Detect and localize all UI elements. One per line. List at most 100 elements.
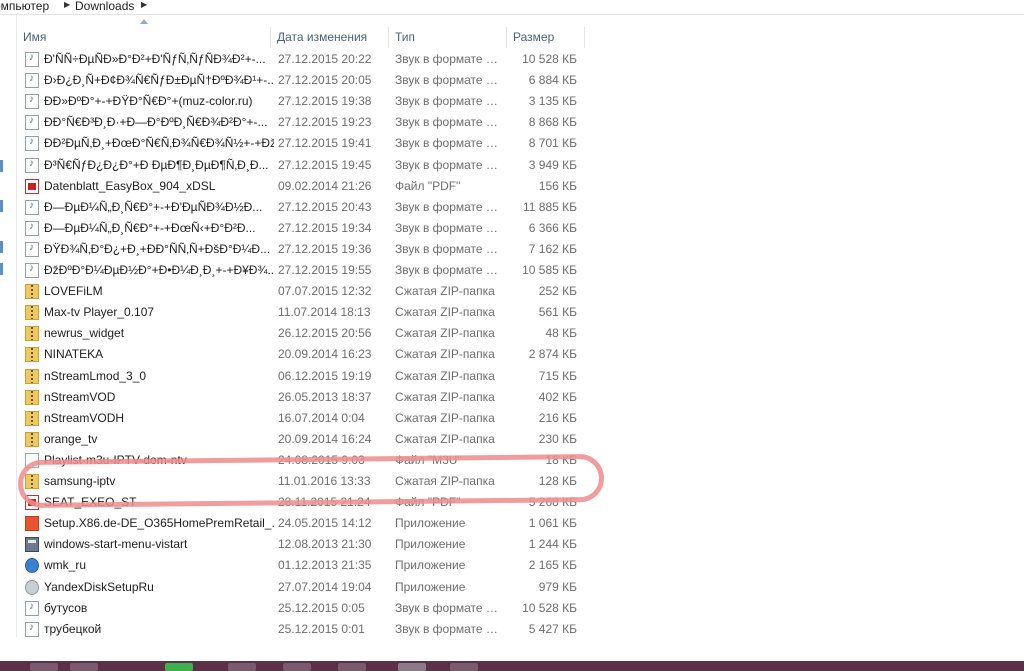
zip-folder-icon [25,305,39,321]
file-name: windows-start-menu-vistart [44,537,188,552]
file-row[interactable]: nStreamVODH 16.07.2014 0:04 Сжатая ZIP-пап… [17,408,587,429]
file-row[interactable]: ÐÐ°Ñ€Ð³Ð¸Ð·+Ð—Ð°ÐºÐ¸Ñ€Ð¾Ð²Ð°+-... 27.12.2… [17,112,587,133]
file-size: 156 КБ [538,178,577,193]
audio-file-icon [25,136,39,152]
file-row[interactable]: бутусов 25.12.2015 0:05 Звук в формате M..… [17,598,587,619]
breadcrumb-downloads[interactable]: Downloads [75,0,134,13]
file-row[interactable]: Datenblatt_EasyBox_904_xDSL 09.02.2014 21… [17,176,587,197]
audio-file-icon [25,199,39,215]
file-type: Звук в формате M... [395,621,505,636]
chevron-right-icon[interactable]: ▶ [64,0,70,9]
file-name: nStreamVOD [44,389,116,404]
file-row[interactable]: nStreamVOD 26.05.2013 18:37 Сжатая ZIP-пап… [17,387,587,408]
file-row[interactable]: ÐžÐºÐ°Ð¼ÐµÐ½Ð°+Ð•Ð¼Ð¸Ð¸+-+Ð¥Ð¾... 27.12.2… [17,260,587,281]
file-date: 20.09.2014 16:24 [278,431,372,446]
file-row[interactable]: Ð—ÐµÐ¼Ñ„Ð¸Ñ€Ð°+-+Ð'ÐµÑÐ¾Ð½Ð... 27.12.2015… [17,197,587,218]
file-size: 10 528 КБ [522,52,577,66]
file-type: Приложение [395,516,466,531]
file-row[interactable]: Ð—ÐµÐ¼Ñ„Ð¸Ñ€Ð°+-+ÐœÑ‹+Ð°Ð²Ð... 27.12.2015… [17,218,587,239]
nav-item-marker[interactable] [0,263,3,275]
file-row[interactable]: Max-tv Player_0.107 11.07.2014 18:13 Сжата… [17,302,587,323]
file-date: 27.12.2015 19:45 [278,157,372,172]
sort-ascending-icon [140,19,148,24]
file-row[interactable]: Ð›Ð¿Ð¸Ñ+Ð¢Ð¾Ñ€ÑƒÐ±ÐµÑ†ÐºÐ¾Ð¹+-... 27.12.2… [17,70,587,91]
taskbar-app-icon[interactable] [338,663,366,671]
audio-file-icon [25,600,39,616]
file-name: бутусов [44,600,88,615]
nav-item-marker[interactable] [0,160,3,172]
file-row[interactable]: трубецкой 25.12.2015 0:01 Звук в формате M… [17,619,587,640]
file-size: 561 КБ [538,305,577,320]
file-size: 1 244 КБ [528,537,577,552]
nav-item-marker[interactable] [0,200,3,212]
taskbar-app-icon[interactable] [228,663,256,671]
file-size: 10 528 КБ [522,600,577,615]
file-row[interactable]: NINATEKA 20.09.2014 16:23 Сжатая ZIP-папка… [17,344,587,365]
breadcrumb-computer[interactable]: омпьютер [0,0,49,13]
zip-folder-icon [25,326,39,342]
chevron-right-icon[interactable]: ▶ [141,0,147,9]
file-row[interactable]: newrus_widget 26.12.2015 20:56 Сжатая ZIP-… [17,323,587,344]
navigation-pane[interactable] [0,15,16,637]
file-row[interactable]: windows-start-menu-vistart 12.08.2013 21:… [17,534,587,555]
file-type: Сжатая ZIP-папка [395,284,495,299]
file-size: 979 КБ [538,579,577,594]
taskbar-app-icon[interactable] [30,663,58,671]
file-row[interactable]: orange_tv 20.09.2014 16:24 Сжатая ZIP-папк… [17,429,587,450]
file-name: Ð›Ð¿Ð¸Ñ+Ð¢Ð¾Ñ€ÑƒÐ±ÐµÑ†ÐºÐ¾Ð¹+-... [44,73,274,88]
file-date: 26.05.2013 18:37 [278,389,372,404]
nav-item-marker[interactable] [0,241,3,253]
taskbar-app-icon[interactable] [283,663,311,671]
taskbar [0,661,1024,671]
column-header-name[interactable]: Имя [17,27,271,48]
file-name: Ð—ÐµÐ¼Ñ„Ð¸Ñ€Ð°+-+Ð'ÐµÑÐ¾Ð½Ð... [44,199,263,214]
file-date: 27.12.2015 19:38 [278,94,372,109]
file-date: 27.12.2015 19:23 [278,115,372,130]
column-header-size[interactable]: Размер [507,27,585,48]
file-name: wmk_ru [44,558,87,573]
file-type: Сжатая ZIP-папка [395,368,495,383]
taskbar-app-icon[interactable] [398,663,426,671]
file-date: 26.12.2015 20:56 [278,326,372,341]
file-size: 216 КБ [538,410,577,425]
file-row[interactable]: Ð³Ñ€ÑƒÐ¿Ð¿Ð°+Ð ÐµÐ¶Ð¸ÐµÐ¶Ñ‚Ð¸Ð... 27.12.2… [17,155,587,176]
column-header-type[interactable]: Тип [389,27,507,48]
taskbar-app-icon[interactable] [70,663,98,671]
zip-folder-icon [25,431,39,447]
taskbar-app-icon[interactable] [165,663,193,671]
file-row[interactable]: Ð'ÑÑ÷ÐµÑÐ»Ð°Ð²+Ð'ÑƒÑ‚ÑƒÑÐ¾Ð²+-... 27.12.2… [17,49,587,70]
file-date: 01.12.2013 21:35 [278,558,372,573]
zip-folder-icon [25,347,39,363]
file-row[interactable]: ÐÐ²ÐµÑ‚Ð¸+ÐœÐ°Ñ€Ñ‚Ð¾Ñ€Ð¾Ñ½+-+Ðž... 27.12.… [17,133,587,154]
file-date: 25.12.2015 0:05 [278,600,365,615]
file-row[interactable]: Setup.X86.de-DE_O365HomePremRetail_... 24… [17,513,587,534]
file-name: NINATEKA [44,347,104,362]
file-row[interactable]: ÐŸÐ¾Ñ‚Ð°Ð¿+Ð¸+ÐÐ°ÑÑ‚Ñ+ÐšÐ°Ð¼Ð... 27.12.20… [17,239,587,260]
column-header-date[interactable]: Дата изменения [271,27,389,48]
file-size: 6 366 КБ [528,220,577,235]
file-type: Звук в формате M... [395,136,505,151]
file-size: 1 061 КБ [528,516,577,531]
annotation-highlight [17,453,605,509]
audio-file-icon [25,157,39,173]
file-row[interactable]: nStreamLmod_3_0 06.12.2015 19:19 Сжатая ZI… [17,366,587,387]
file-date: 27.12.2015 20:22 [278,52,372,66]
audio-file-icon [25,220,39,236]
zip-folder-icon [25,410,39,426]
file-name: orange_tv [44,431,98,446]
file-row[interactable]: wmk_ru 01.12.2013 21:35 Приложение 2 165 КБ [17,555,587,576]
file-row[interactable]: YandexDiskSetupRu 27.07.2014 19:04 Приложе… [17,577,587,598]
file-name: ÐÐ²ÐµÑ‚Ð¸+ÐœÐ°Ñ€Ñ‚Ð¾Ñ€Ð¾Ñ½+-+Ðž... [44,136,274,151]
file-row[interactable]: ÐÐ»ÐºÐ°+-+ÐŸÐ°Ñ€Ð°+(muz-color.ru) 27.12.2… [17,91,587,112]
file-date: 27.12.2015 19:34 [278,220,372,235]
zip-folder-icon [25,284,39,300]
file-name: ÐŸÐ¾Ñ‚Ð°Ð¿+Ð¸+ÐÐ°ÑÑ‚Ñ+ÐšÐ°Ð¼Ð... [44,241,271,256]
file-row[interactable]: LOVEFiLM 07.07.2015 12:32 Сжатая ZIP-папка… [17,281,587,302]
taskbar-app-icon[interactable] [450,663,478,671]
audio-file-icon [25,94,39,110]
file-type: Звук в формате M... [395,241,505,256]
file-name: nStreamVODH [44,410,125,425]
file-type: Сжатая ZIP-папка [395,410,495,425]
file-size: 8 868 КБ [528,115,577,130]
office-installer-icon [25,516,39,532]
